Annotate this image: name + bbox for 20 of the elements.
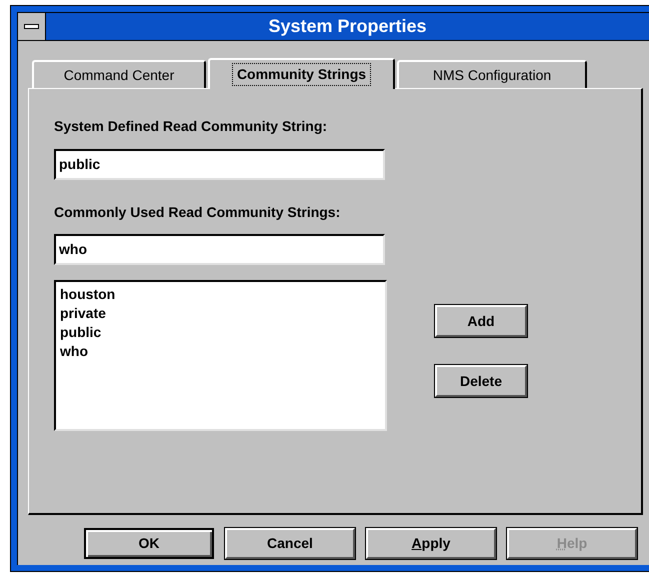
list-item[interactable]: private (60, 304, 106, 323)
field-label: Commonly Used Read Community Strings: (54, 203, 342, 220)
list-item[interactable]: houston (60, 285, 116, 304)
field-label: System Defined Read Community String: (54, 117, 328, 134)
input-field[interactable]: who (54, 234, 385, 265)
tab[interactable]: Community Strings (208, 58, 395, 89)
dialog-button[interactable]: OK (84, 528, 214, 559)
list-item[interactable]: who (60, 342, 88, 361)
action-button[interactable]: Add (435, 305, 527, 337)
action-button[interactable]: Delete (435, 365, 527, 397)
tab[interactable]: Command Center (32, 60, 206, 88)
tab[interactable]: NMS Configuration (397, 60, 587, 88)
system-menu-button[interactable] (18, 13, 46, 40)
dialog-button[interactable]: Apply (366, 528, 496, 559)
dash-icon (24, 24, 39, 29)
input-field[interactable]: public (54, 149, 385, 180)
list-item[interactable]: public (60, 323, 102, 342)
dialog-button[interactable]: Cancel (225, 528, 355, 559)
window-title: System Properties (268, 15, 427, 38)
list-box[interactable]: houston private public who (54, 280, 387, 431)
